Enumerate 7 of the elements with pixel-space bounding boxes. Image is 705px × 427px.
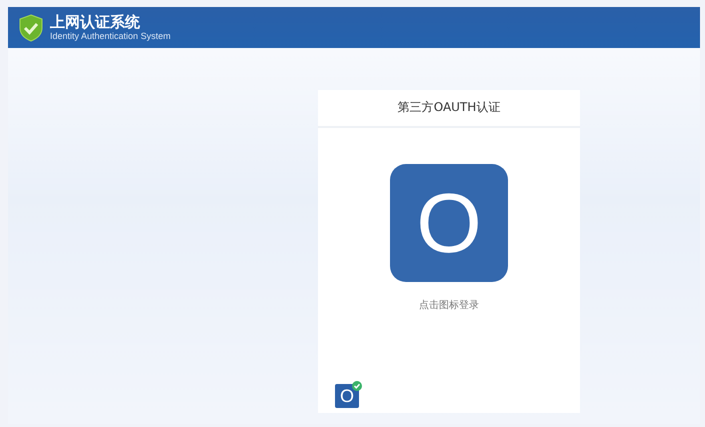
- login-hint: 点击图标登录: [419, 298, 479, 312]
- system-subtitle: Identity Authentication System: [50, 30, 171, 42]
- card-title: 第三方OAUTH认证: [318, 90, 580, 128]
- shield-check-icon: [19, 14, 43, 42]
- oauth-logo-button[interactable]: O: [390, 164, 508, 282]
- system-title: 上网认证系统: [50, 14, 141, 30]
- app-badge-icon[interactable]: O: [335, 384, 359, 408]
